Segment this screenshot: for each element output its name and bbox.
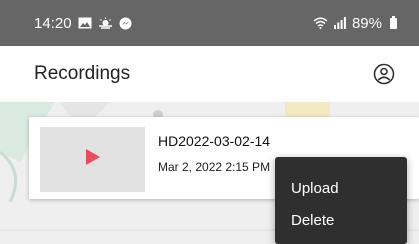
account-circle-icon[interactable] (373, 63, 395, 85)
weather-notification-icon (98, 17, 113, 29)
screen: 14:20 89% Recordings HD2022-03-02-14 Mar… (0, 0, 419, 244)
status-time: 14:20 (34, 14, 72, 32)
battery-icon (390, 15, 397, 29)
page-title: Recordings (34, 63, 131, 84)
app-bar: Recordings (0, 46, 419, 102)
recording-title: HD2022-03-02-14 (158, 133, 271, 149)
play-icon[interactable] (85, 148, 101, 171)
menu-item-delete[interactable]: Delete (275, 202, 407, 238)
battery-percent: 89% (351, 14, 382, 32)
recording-thumbnail[interactable] (40, 127, 145, 192)
status-bar-left: 14:20 (34, 15, 132, 32)
signal-icon (333, 17, 346, 29)
status-bar-right: 89% (313, 15, 397, 32)
wifi-icon (313, 17, 328, 29)
status-bar: 14:20 89% (0, 0, 419, 46)
overflow-menu: Upload Delete (275, 157, 407, 244)
recording-date: Mar 2, 2022 2:15 PM (158, 160, 271, 174)
image-notification-icon (78, 17, 92, 29)
menu-item-upload[interactable]: Upload (275, 170, 407, 206)
messenger-notification-icon (119, 17, 132, 30)
